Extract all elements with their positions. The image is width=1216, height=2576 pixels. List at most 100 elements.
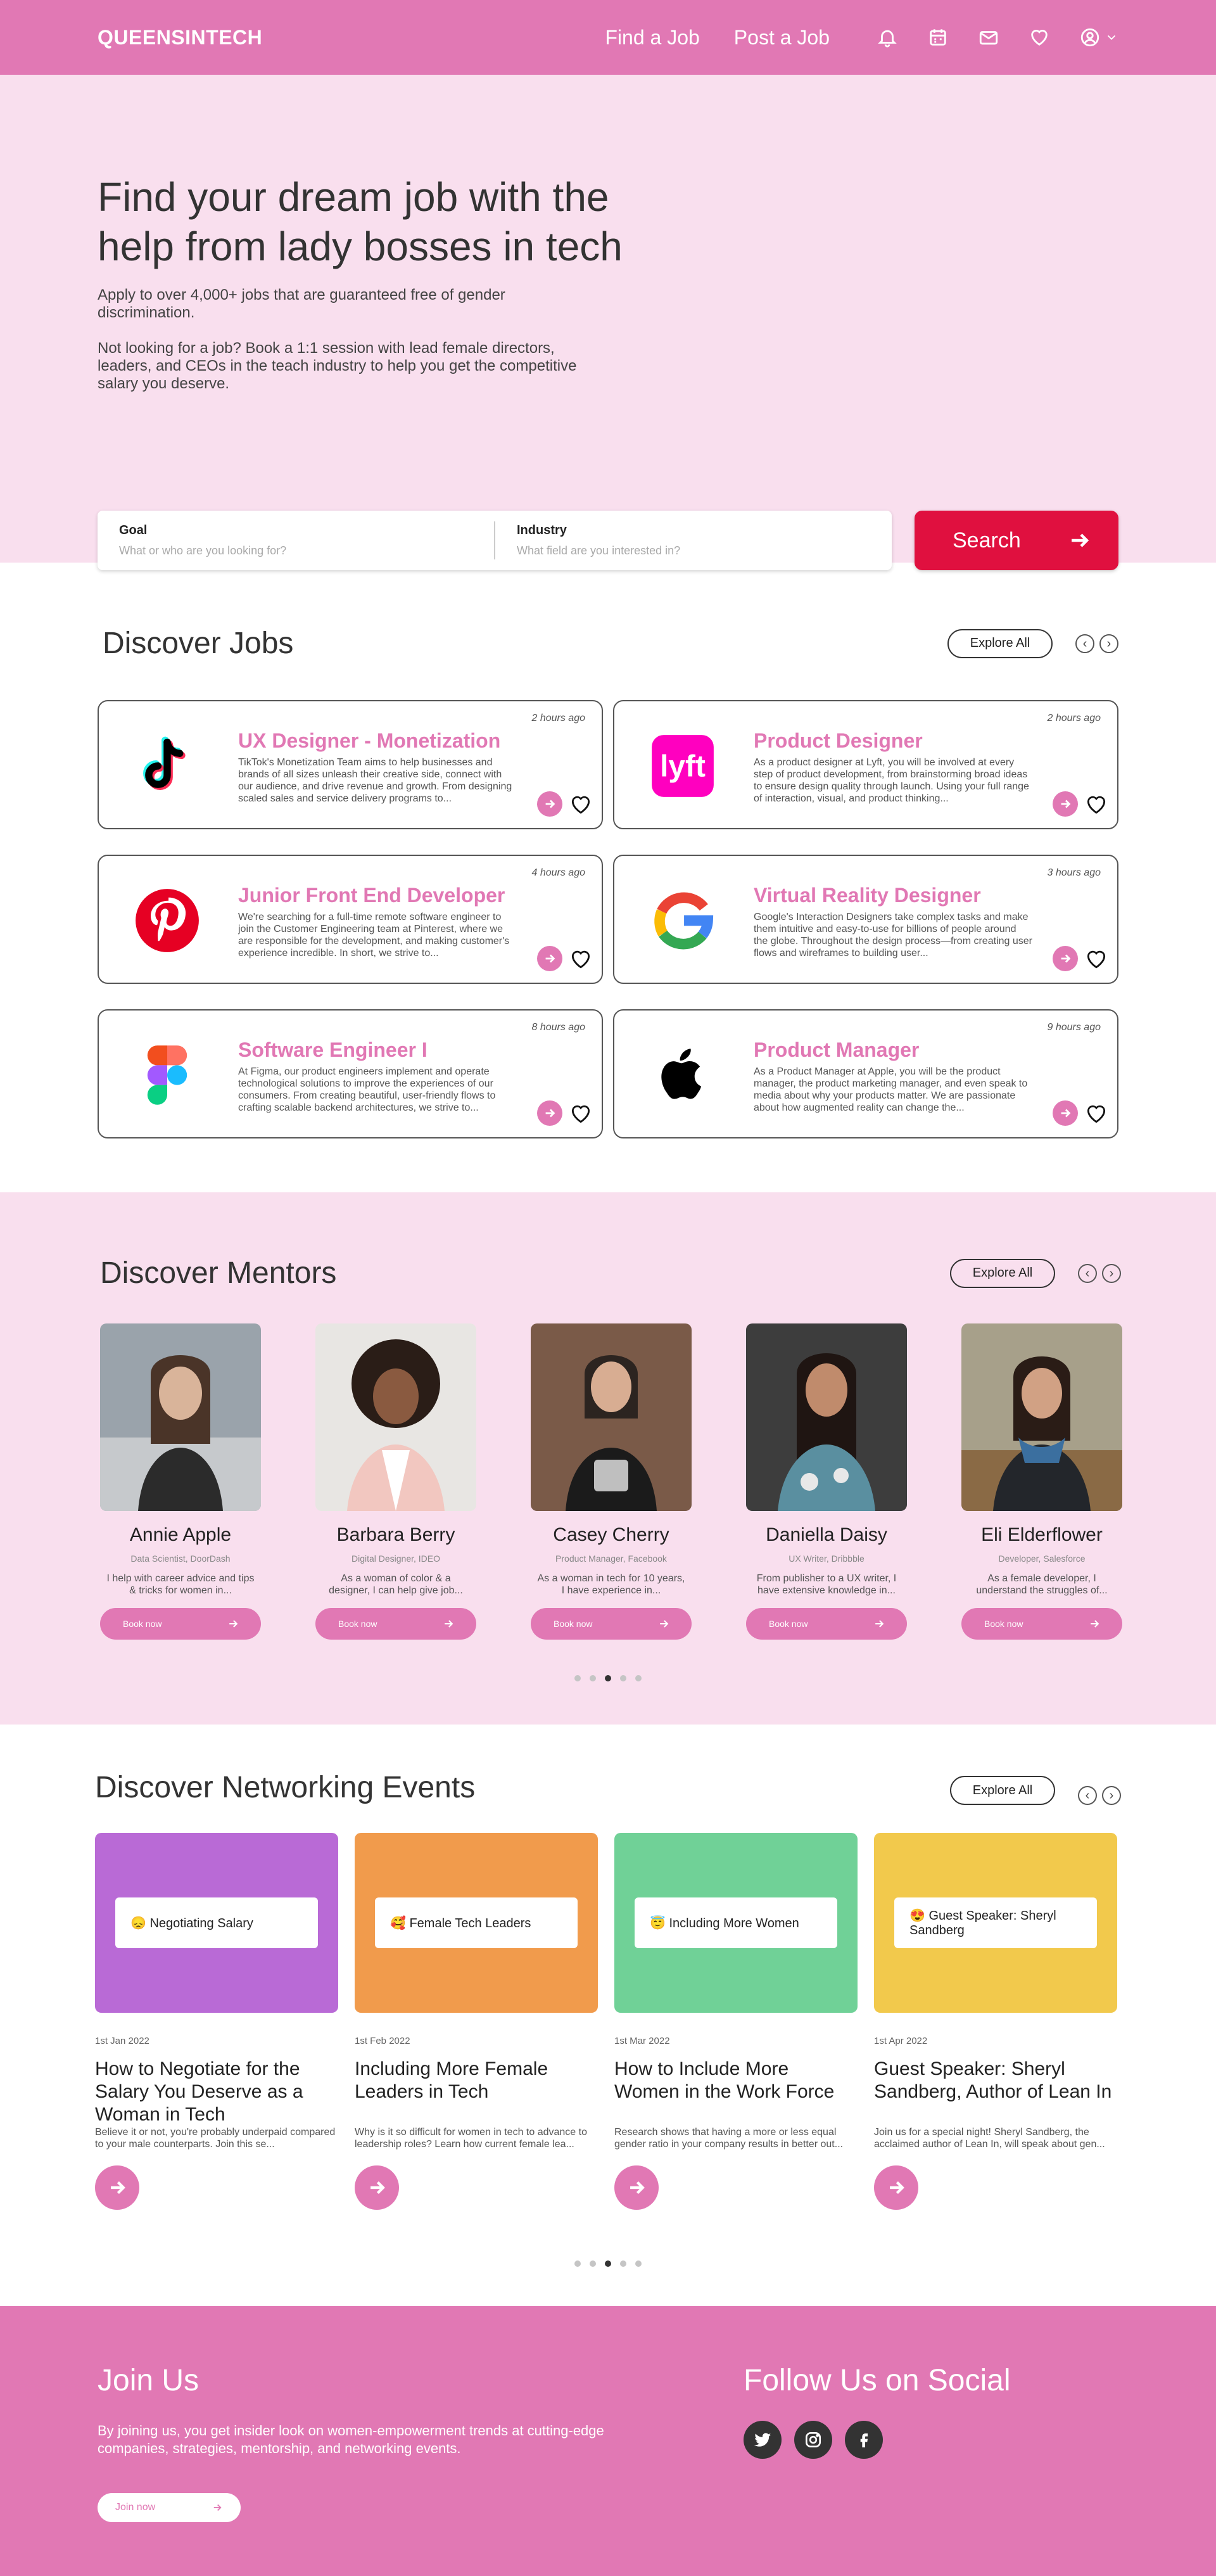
event-card[interactable]: 😞 Negotiating Salary 1st Jan 2022 How to… [95,1833,338,2210]
heart-icon[interactable] [1029,27,1050,48]
job-card[interactable]: UX Designer - Monetization TikTok's Mone… [98,700,603,829]
account-menu[interactable] [1079,27,1118,48]
job-card[interactable]: Junior Front End Developer We're searchi… [98,855,603,984]
job-open-button[interactable] [537,1100,562,1126]
event-open-button[interactable] [95,2165,139,2210]
event-open-button[interactable] [874,2165,918,2210]
job-open-button[interactable] [1053,946,1078,971]
pagination-dot[interactable] [635,2260,642,2267]
job-posted-time: 8 hours ago [531,1022,585,1033]
brand-logo[interactable]: QUEENSINTECH [98,26,605,49]
event-title[interactable]: How to Include More Women in the Work Fo… [614,2058,858,2126]
event-card[interactable]: 🥰 Female Tech Leaders 1st Feb 2022 Inclu… [355,1833,598,2210]
chevron-right-icon[interactable]: › [1099,634,1118,653]
event-title[interactable]: How to Negotiate for the Salary You Dese… [95,2058,338,2126]
nav-post-job[interactable]: Post a Job [734,26,830,49]
heart-icon[interactable] [569,793,593,817]
job-description: We're searching for a full-time remote s… [238,912,510,959]
heart-icon[interactable] [1084,947,1108,971]
book-now-button[interactable]: Book now [746,1608,907,1640]
job-card[interactable]: Software Engineer I At Figma, our produc… [98,1009,603,1138]
job-title[interactable]: Software Engineer I [238,1038,517,1062]
job-open-button[interactable] [1053,791,1078,817]
heart-icon[interactable] [1084,793,1108,817]
event-title[interactable]: Guest Speaker: Sheryl Sandberg, Author o… [874,2058,1117,2126]
job-card[interactable]: Virtual Reality Designer Google's Intera… [613,855,1118,984]
events-explore-button[interactable]: Explore All [950,1776,1055,1805]
mentor-name: Daniella Daisy [766,1524,887,1545]
hero-section: Find your dream job with the help from l… [0,75,1216,570]
arrow-right-icon [229,1620,238,1628]
pagination-dot[interactable] [574,1675,581,1681]
book-now-button[interactable]: Book now [961,1608,1122,1640]
event-open-button[interactable] [355,2165,399,2210]
pagination-dot[interactable] [620,2260,626,2267]
events-section: Discover Networking Events Explore All ‹… [0,1725,1216,2306]
book-now-button[interactable]: Book now [315,1608,476,1640]
chevron-right-icon[interactable]: › [1102,1263,1121,1283]
event-title[interactable]: Including More Female Leaders in Tech [355,2058,598,2126]
mentor-card[interactable]: Daniella Daisy UX Writer, Dribbble From … [746,1323,907,1640]
heart-icon[interactable] [569,1102,593,1126]
event-banner: 🥰 Female Tech Leaders [355,1833,598,2013]
social-icons [744,2421,1011,2459]
jobs-explore-button[interactable]: Explore All [947,628,1053,658]
job-title[interactable]: Virtual Reality Designer [754,884,1032,907]
goal-field[interactable]: Goal What or who are you looking for? [98,523,494,558]
nav-find-job[interactable]: Find a Job [605,26,699,49]
job-title[interactable]: Junior Front End Developer [238,884,517,907]
job-card[interactable]: lyft Product Designer As a product desig… [613,700,1118,829]
chevron-left-icon[interactable]: ‹ [1078,1786,1097,1805]
mentor-role: Data Scientist, DoorDash [130,1553,231,1564]
calendar-icon[interactable] [927,27,949,48]
instagram-icon[interactable] [794,2421,832,2459]
pagination-dot[interactable] [574,2260,581,2267]
join-now-button[interactable]: Join now [98,2493,241,2522]
job-title[interactable]: UX Designer - Monetization [238,729,517,753]
pagination-dot[interactable] [590,2260,596,2267]
join-now-label: Join now [115,2502,156,2513]
bell-icon[interactable] [877,27,898,48]
heart-icon[interactable] [569,947,593,971]
pagination-dot[interactable] [590,1675,596,1681]
mentor-name: Casey Cherry [553,1524,669,1545]
twitter-icon[interactable] [744,2421,782,2459]
chevron-right-icon[interactable]: › [1102,1786,1121,1805]
chevron-left-icon[interactable]: ‹ [1075,634,1094,653]
mentor-card[interactable]: Barbara Berry Digital Designer, IDEO As … [315,1323,476,1640]
mentors-carousel-arrows: ‹ › [1078,1263,1121,1283]
event-card[interactable]: 😇 Including More Women 1st Mar 2022 How … [614,1833,858,2210]
mentors-explore-button[interactable]: Explore All [950,1258,1055,1288]
book-now-button[interactable]: Book now [100,1608,261,1640]
pagination-dot-active[interactable] [605,1675,611,1681]
job-open-button[interactable] [537,946,562,971]
heart-icon[interactable] [1084,1102,1108,1126]
goal-input[interactable]: What or who are you looking for? [119,544,472,558]
pagination-dot-active[interactable] [605,2260,611,2267]
industry-label: Industry [517,523,567,537]
job-title[interactable]: Product Designer [754,729,1032,753]
job-open-button[interactable] [537,791,562,817]
event-card[interactable]: 😍 Guest Speaker: Sheryl Sandberg 1st Apr… [874,1833,1117,2210]
mentor-card[interactable]: Casey Cherry Product Manager, Facebook A… [531,1323,692,1640]
pagination-dot[interactable] [635,1675,642,1681]
pagination-dot[interactable] [620,1675,626,1681]
mentor-card[interactable]: Eli Elderflower Developer, Salesforce As… [961,1323,1122,1640]
event-open-button[interactable] [614,2165,659,2210]
book-now-button[interactable]: Book now [531,1608,692,1640]
job-card[interactable]: Product Manager As a Product Manager at … [613,1009,1118,1138]
event-description: Research shows that having a more or les… [614,2127,844,2150]
mentor-card[interactable]: Annie Apple Data Scientist, DoorDash I h… [100,1323,261,1640]
job-open-button[interactable] [1053,1100,1078,1126]
mail-icon[interactable] [978,27,999,48]
mentor-role: Product Manager, Facebook [555,1553,667,1564]
facebook-icon[interactable] [845,2421,883,2459]
social-title: Follow Us on Social [744,2364,1011,2397]
mentor-photo [746,1323,907,1511]
search-button[interactable]: Search [915,511,1118,570]
industry-field[interactable]: Industry What field are you interested i… [495,523,892,558]
job-title[interactable]: Product Manager [754,1038,1032,1062]
arrow-right-icon [630,2181,645,2195]
chevron-left-icon[interactable]: ‹ [1078,1263,1097,1283]
industry-input[interactable]: What field are you interested in? [517,544,870,558]
